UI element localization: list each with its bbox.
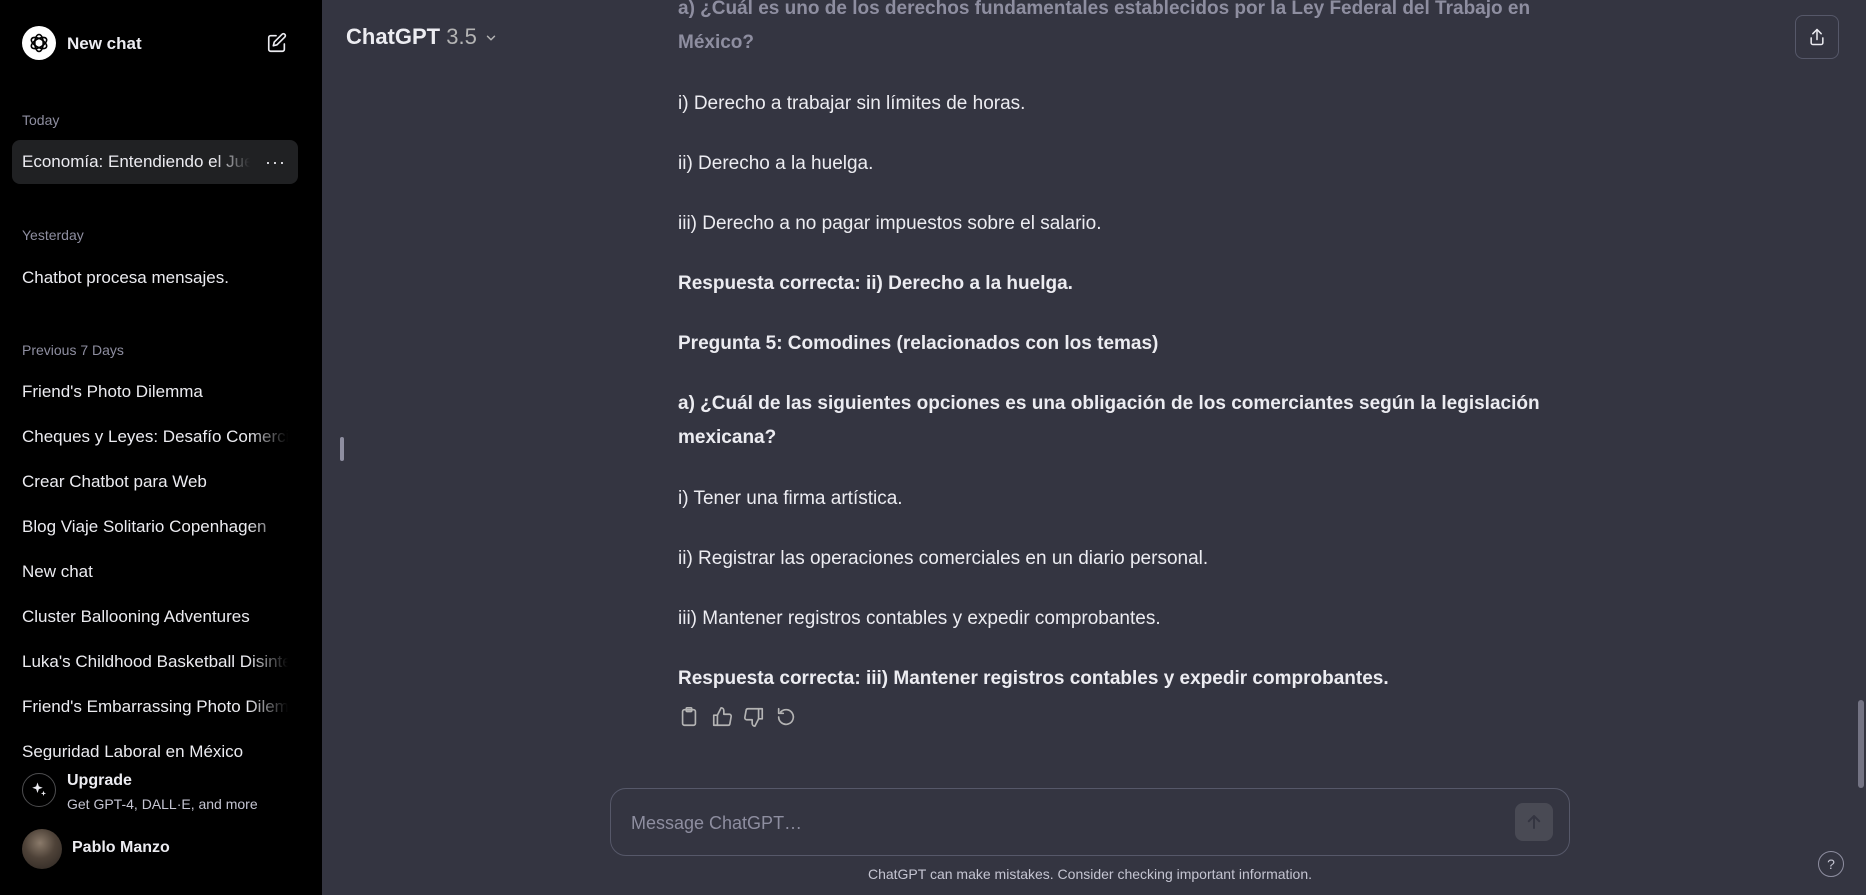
chat-main: ChatGPT 3.5 a) ¿Cuál es uno de los derec… [322, 0, 1866, 895]
message-paragraph: iii) Mantener registros contables y expe… [678, 608, 1161, 629]
history-item-label: Economía: Entendiendo el Juego [22, 152, 250, 171]
message-paragraph: i) Derecho a trabajar sin límites de hor… [678, 93, 1026, 114]
history-item-label: Luka's Childhood Basketball Disinterest [22, 652, 288, 671]
section-label-yesterday: Yesterday [22, 227, 84, 243]
sidebar: New chat Today Economía: Entendiendo el … [0, 0, 322, 895]
history-item[interactable]: Crear Chatbot para Web [12, 460, 298, 504]
upgrade-title: Upgrade [67, 772, 132, 789]
section-label-previous-7-days: Previous 7 Days [22, 342, 124, 358]
history-item[interactable]: Luka's Childhood Basketball Disinterest [12, 640, 298, 684]
model-selector[interactable]: ChatGPT 3.5 [346, 24, 496, 50]
avatar [22, 829, 62, 869]
history-item-label: Cluster Ballooning Adventures [22, 607, 250, 626]
history-item-label: New chat [22, 562, 93, 581]
history-item-label: Friend's Photo Dilemma [22, 382, 203, 401]
history-item[interactable]: New chat [12, 550, 298, 594]
thumbs-down-icon[interactable] [743, 706, 765, 728]
edit-icon[interactable] [266, 32, 288, 54]
message-paragraph: iii) Derecho a no pagar impuestos sobre … [678, 213, 1102, 234]
help-button[interactable]: ? [1818, 851, 1844, 877]
history-item[interactable]: Blog Viaje Solitario Copenhagen [12, 505, 298, 549]
history-item[interactable]: Cluster Ballooning Adventures [12, 595, 298, 639]
history-item-label: Chatbot procesa mensajes. [22, 268, 229, 287]
message-paragraph: a) ¿Cuál es uno de los derechos fundamen… [678, 0, 1531, 53]
history-item-label: Crear Chatbot para Web [22, 472, 207, 491]
more-options-icon[interactable]: ··· [265, 140, 286, 184]
share-button[interactable] [1795, 15, 1839, 59]
message-paragraph: a) ¿Cuál de las siguientes opciones es u… [678, 393, 1540, 448]
section-label-today: Today [22, 112, 60, 128]
message-paragraph: Respuesta correcta: iii) Mantener regist… [678, 668, 1389, 689]
message-paragraph: Pregunta 5: Comodines (relacionados con … [678, 333, 1159, 354]
sidebar-footer: Upgrade Get GPT-4, DALL·E, and more Pabl… [0, 760, 322, 895]
history-item-label: Friend's Embarrassing Photo Dilemma [22, 697, 288, 716]
model-name: ChatGPT [346, 24, 441, 49]
history-item[interactable]: Economía: Entendiendo el Juego ··· [12, 140, 298, 184]
chevron-down-icon [486, 35, 496, 41]
message-input[interactable] [629, 803, 1493, 843]
disclaimer-text: ChatGPT can make mistakes. Consider chec… [867, 866, 1313, 882]
history-item[interactable]: Cheques y Leyes: Desafío Comercial [12, 415, 298, 459]
message-paragraph: i) Tener una firma artística. [678, 488, 903, 509]
new-chat-row[interactable]: New chat [0, 24, 322, 66]
history-item[interactable]: Friend's Embarrassing Photo Dilemma [12, 685, 298, 729]
user-name: Pablo Manzo [72, 839, 170, 856]
share-icon [1810, 28, 1824, 46]
message-paragraph: ii) Derecho a la huelga. [678, 153, 874, 174]
history-item[interactable]: Chatbot procesa mensajes. [12, 256, 298, 300]
sidebar-collapse-handle[interactable] [340, 437, 344, 461]
model-version: 3.5 [446, 24, 477, 49]
upgrade-subtitle: Get GPT-4, DALL·E, and more [67, 796, 258, 812]
sparkle-icon [22, 773, 56, 807]
regenerate-icon[interactable] [775, 706, 797, 728]
history-item-label: Cheques y Leyes: Desafío Comercial [22, 427, 288, 446]
openai-logo-icon [22, 26, 56, 60]
history-item[interactable]: Friend's Photo Dilemma [12, 370, 298, 414]
message-composer [610, 788, 1570, 856]
new-chat-label[interactable]: New chat [67, 34, 142, 54]
scrollbar-thumb[interactable] [1858, 700, 1864, 788]
thumbs-up-icon[interactable] [711, 706, 733, 728]
message-paragraph: ii) Registrar las operaciones comerciale… [678, 548, 1209, 569]
send-button[interactable] [1515, 803, 1553, 841]
copy-icon[interactable] [678, 706, 700, 728]
message-paragraph: Respuesta correcta: ii) Derecho a la hue… [678, 273, 1073, 294]
arrow-up-icon [1527, 815, 1541, 829]
history-item-label: Blog Viaje Solitario Copenhagen [22, 517, 267, 536]
